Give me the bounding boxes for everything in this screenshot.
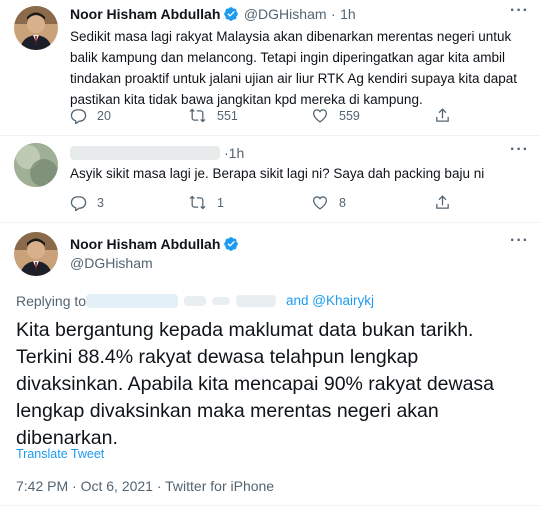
like-count: 559 xyxy=(339,108,360,123)
reply-count: 20 xyxy=(97,108,111,123)
share-icon xyxy=(436,108,449,122)
replying-to-label: Replying to xyxy=(16,293,87,309)
heart-icon xyxy=(312,109,328,123)
display-name[interactable]: Noor Hisham Abdullah xyxy=(70,236,220,252)
share-button[interactable] xyxy=(434,107,461,124)
retweet-icon xyxy=(189,195,206,210)
separator: · xyxy=(330,6,336,22)
obscured-mention xyxy=(236,295,276,307)
handle[interactable]: @DGHisham xyxy=(70,255,153,271)
main-tweet-text: Kita bergantung kepada maklumat data buk… xyxy=(16,319,495,449)
retweet-icon xyxy=(189,108,206,123)
divider xyxy=(0,505,540,506)
tweet-text: Sedikit masa lagi rakyat Malaysia akan d… xyxy=(70,29,518,107)
like-button[interactable]: 559 xyxy=(311,107,360,124)
tweet-time[interactable]: 1h xyxy=(340,6,356,22)
share-icon xyxy=(436,195,449,209)
tweet-text: Asyik sikit masa lagi je. Berapa sikit l… xyxy=(70,166,485,181)
author-name-row: Noor Hisham Abdullah xyxy=(70,236,239,257)
display-name[interactable]: Noor Hisham Abdullah xyxy=(70,6,220,22)
more-options-icon[interactable]: ··· xyxy=(510,141,529,159)
mention-link[interactable]: and @Khairykj xyxy=(286,293,374,308)
avatar[interactable] xyxy=(14,6,58,50)
avatar[interactable] xyxy=(14,143,58,187)
heart-icon xyxy=(312,196,328,210)
obscured-mention xyxy=(212,297,230,305)
divider xyxy=(0,222,540,223)
reply-icon xyxy=(70,196,87,211)
obscured-mention xyxy=(184,296,206,306)
tweet-header: Noor Hisham Abdullah @DGHisham · 1h xyxy=(70,6,356,27)
verified-badge-icon xyxy=(223,6,239,27)
divider xyxy=(0,135,540,136)
avatar[interactable] xyxy=(14,232,58,276)
verified-badge-icon xyxy=(223,236,239,257)
retweet-button[interactable]: 551 xyxy=(188,107,238,124)
like-button[interactable]: 8 xyxy=(311,194,346,211)
retweet-button[interactable]: 1 xyxy=(188,194,224,211)
obscured-user-name xyxy=(70,146,220,160)
retweet-count: 551 xyxy=(217,108,238,123)
handle[interactable]: @DGHisham xyxy=(244,6,327,22)
reply-button[interactable]: 3 xyxy=(70,194,104,211)
tweet-meta: ·1h xyxy=(224,145,244,161)
more-options-icon[interactable]: ··· xyxy=(510,232,529,250)
reply-button[interactable]: 20 xyxy=(70,107,111,124)
tweet-time[interactable]: 1h xyxy=(229,145,245,161)
retweet-count: 1 xyxy=(217,195,224,210)
obscured-mention xyxy=(86,294,178,308)
reply-count: 3 xyxy=(97,195,104,210)
reply-icon xyxy=(70,109,87,124)
tweet-timestamp[interactable]: 7:42 PM · Oct 6, 2021 · Twitter for iPho… xyxy=(16,478,274,494)
more-options-icon[interactable]: ··· xyxy=(510,2,529,20)
like-count: 8 xyxy=(339,195,346,210)
share-button[interactable] xyxy=(434,194,461,211)
translate-tweet-link[interactable]: Translate Tweet xyxy=(16,447,104,461)
